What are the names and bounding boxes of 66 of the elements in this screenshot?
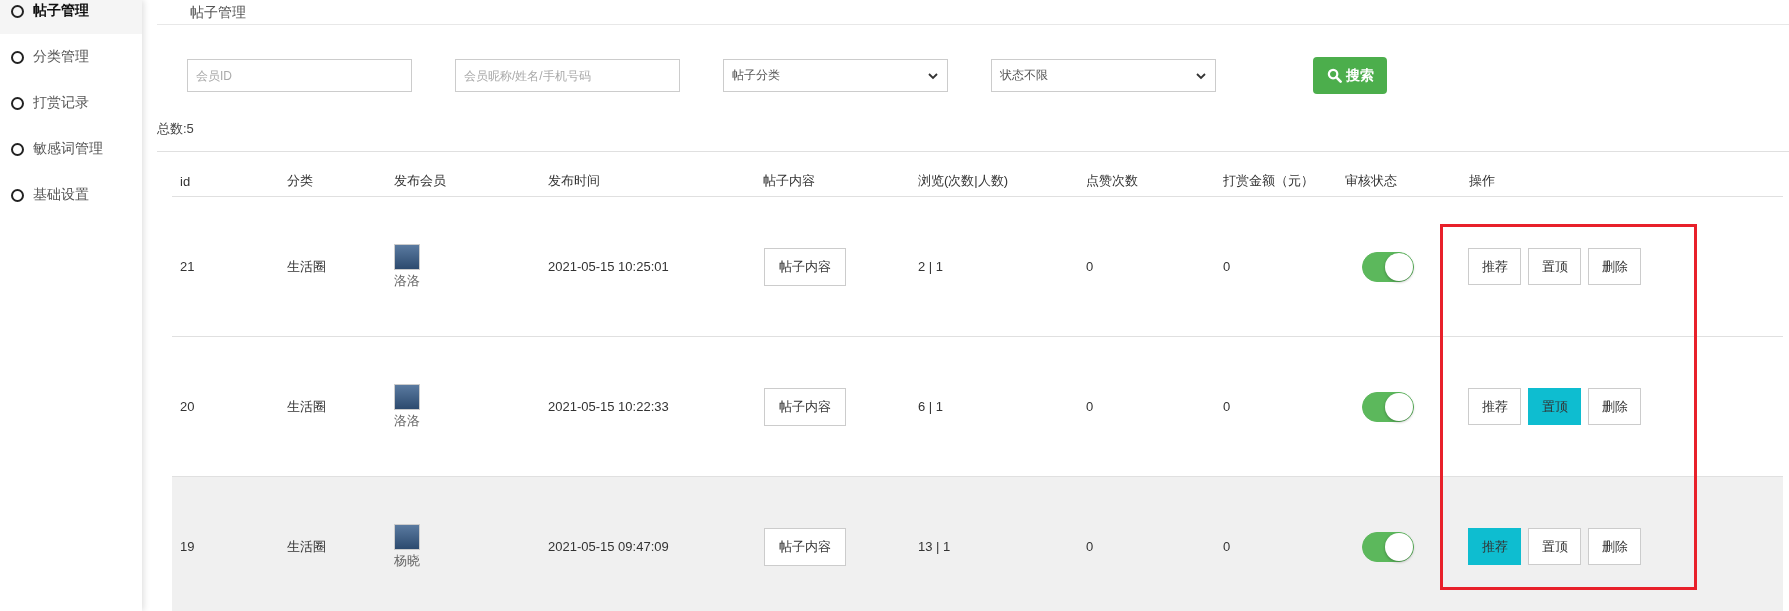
- column-header: 点赞次数: [1085, 172, 1139, 190]
- action-button[interactable]: 删除: [1588, 388, 1641, 425]
- action-button[interactable]: 推荐: [1468, 388, 1521, 425]
- table-cell-text: 生活圈: [286, 397, 327, 416]
- circle-icon: [11, 96, 24, 110]
- circle-icon: [11, 188, 24, 202]
- circle-icon: [11, 142, 24, 156]
- toggle-switch[interactable]: [1362, 251, 1414, 282]
- column-header: 浏览(次数|人数): [917, 172, 1010, 190]
- action-button[interactable]: 置顶: [1528, 388, 1581, 425]
- input-field[interactable]: 会员昵称/姓名/手机号码: [455, 59, 680, 92]
- table-cell-text: 0: [1085, 399, 1095, 414]
- table-cell-text: 0: [1222, 539, 1232, 554]
- column-header: id: [179, 173, 192, 189]
- member-name: 洛洛: [394, 411, 420, 430]
- table-cell-text: 2021-05-15 10:25:01: [547, 259, 670, 274]
- table-cell-text: 0: [1085, 259, 1095, 274]
- toggle-switch[interactable]: [1362, 391, 1414, 422]
- member-name: 洛洛: [394, 271, 420, 290]
- column-header: 发布时间: [547, 172, 601, 190]
- circle-icon: [11, 50, 24, 64]
- table-cell-text: 2 | 1: [917, 259, 945, 274]
- sidebar-item[interactable]: 敏感词管理: [0, 126, 142, 172]
- column-header: 操作: [1468, 172, 1496, 190]
- table-cell-text: 0: [1222, 399, 1232, 414]
- column-header: 帖子内容: [762, 172, 816, 190]
- input-field[interactable]: 会员ID: [187, 59, 412, 92]
- table-cell-text: 0: [1085, 539, 1095, 554]
- column-header: 打赏金额（元）: [1222, 172, 1315, 190]
- table-cell-text: 21: [179, 259, 196, 274]
- table-cell-text: 19: [179, 539, 196, 554]
- table-cell-text: 生活圈: [286, 537, 327, 556]
- action-button[interactable]: 置顶: [1528, 248, 1581, 285]
- table-cell-text: 13 | 1: [917, 539, 952, 554]
- column-header: 发布会员: [393, 172, 447, 190]
- search-icon: [1326, 68, 1342, 83]
- total-count: 总数:5: [157, 120, 195, 136]
- sidebar-item[interactable]: 打赏记录: [0, 80, 142, 126]
- column-header: 审核状态: [1344, 172, 1398, 190]
- avatar-placeholder: [394, 383, 420, 410]
- table-cell-text: 6 | 1: [917, 399, 945, 414]
- action-button[interactable]: 推荐: [1468, 528, 1521, 565]
- content-button[interactable]: 帖子内容: [764, 247, 846, 286]
- action-button[interactable]: 删除: [1588, 248, 1641, 285]
- circle-icon: [11, 4, 24, 18]
- column-header: 分类: [286, 172, 314, 190]
- content-button[interactable]: 帖子内容: [764, 527, 846, 566]
- table-cell-text: 2021-05-15 10:22:33: [547, 399, 670, 414]
- page-title: 帖子管理: [157, 0, 1789, 25]
- sidebar-item[interactable]: 帖子管理: [0, 0, 142, 34]
- toggle-switch[interactable]: [1362, 531, 1414, 562]
- avatar-placeholder: [394, 523, 420, 550]
- member-name: 杨晓: [394, 551, 420, 570]
- sidebar-item[interactable]: 基础设置: [0, 172, 142, 218]
- action-button[interactable]: 置顶: [1528, 528, 1581, 565]
- table-cell-text: 0: [1222, 259, 1232, 274]
- select-field[interactable]: 状态不限: [991, 59, 1216, 92]
- sidebar-item[interactable]: 分类管理: [0, 34, 142, 80]
- select-field[interactable]: 帖子分类: [723, 59, 948, 92]
- table-cell-text: 2021-05-15 09:47:09: [547, 539, 670, 554]
- avatar-placeholder: [394, 243, 420, 270]
- action-button[interactable]: 删除: [1588, 528, 1641, 565]
- table-cell-text: 20: [179, 399, 196, 414]
- table-cell-text: 生活圈: [286, 257, 327, 276]
- content-button[interactable]: 帖子内容: [764, 387, 846, 426]
- action-button[interactable]: 推荐: [1468, 248, 1521, 285]
